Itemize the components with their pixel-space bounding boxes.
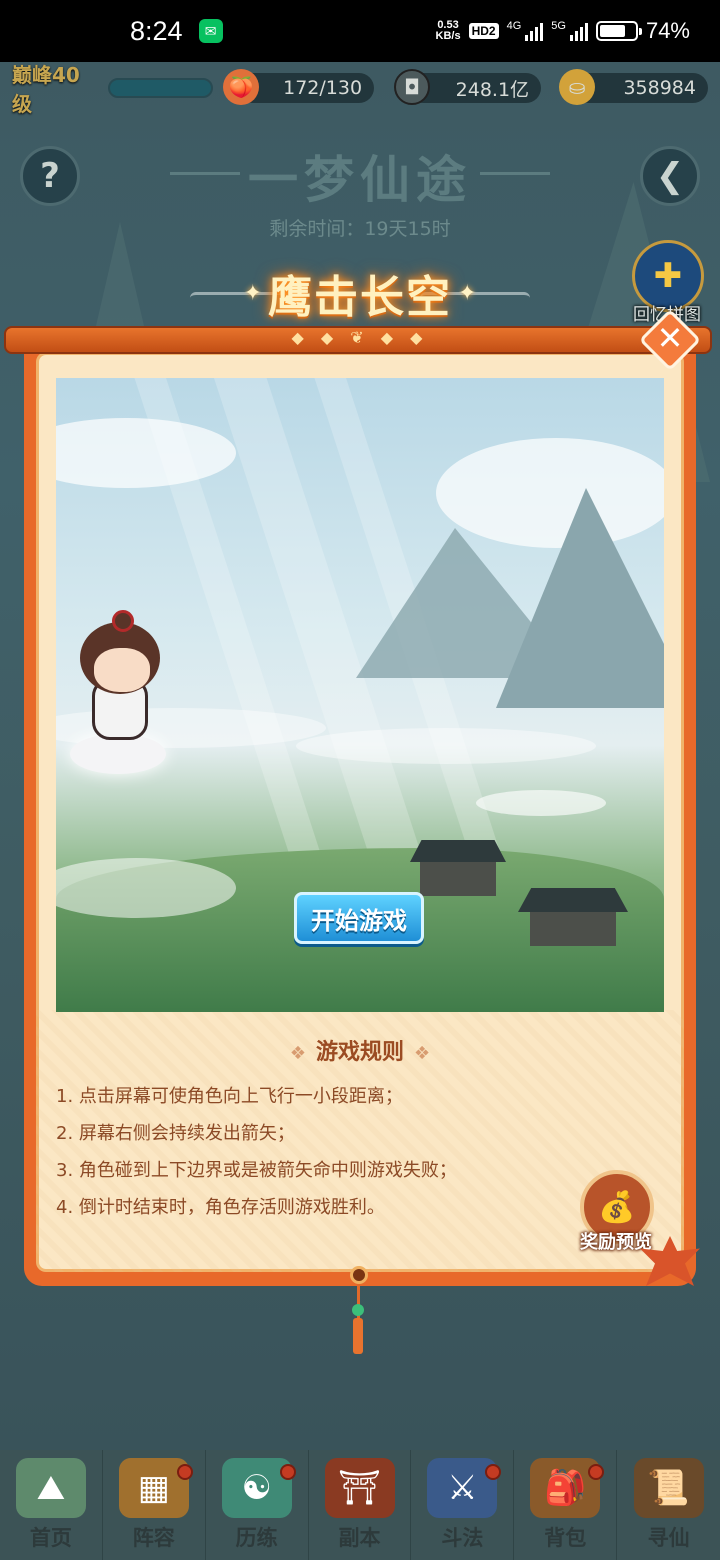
status-bar: 8:24 ✉ 0.53 KB/s HD2 4G 5G 74% <box>0 0 720 62</box>
rules-title: ❖ 游戏规则 ❖ <box>289 1040 431 1065</box>
cloud <box>476 790 606 816</box>
resource-bar: 巅峰40级 🍑 172/130 ◘ 248.1亿 ⛀ 358984 <box>0 62 720 116</box>
notification-dot <box>588 1464 605 1480</box>
signal-icon <box>525 21 544 41</box>
player-level: 巅峰40级 <box>12 63 80 116</box>
reward-bag-icon: 💰 <box>598 1189 636 1225</box>
wechat-icon: ✉ <box>198 19 223 43</box>
cloud <box>56 418 236 488</box>
peach-icon: 🍑 <box>223 69 260 105</box>
rule-item: 1. 点击屏幕可使角色向上飞行一小段距离； <box>56 1086 403 1107</box>
sparkle-icon: ✦ <box>243 280 262 306</box>
cloud <box>436 438 664 548</box>
exp-bar <box>107 78 214 98</box>
puzzle-piece-icon: ✚ <box>653 256 683 296</box>
stamina-counter[interactable]: 🍑 172/130 <box>223 69 375 105</box>
nav-bag[interactable]: 🎒 背包 <box>514 1450 618 1560</box>
notification-dot <box>176 1464 193 1480</box>
coin-icon: ◘ <box>394 69 431 105</box>
remaining-time: 剩余时间：19天15时 <box>269 218 451 240</box>
start-game-button[interactable]: 开始游戏 <box>294 892 424 944</box>
cloud <box>296 728 596 764</box>
diamond-icon: ❖ <box>414 1043 431 1064</box>
status-time: 8:24 <box>130 15 183 46</box>
status-right: 0.53 KB/s HD2 4G 5G 74% <box>436 18 691 44</box>
rule-item: 4. 倒计时结束时，角色存活则游戏胜利。 <box>56 1197 385 1218</box>
nav-training[interactable]: ☯ 历练 <box>206 1450 309 1560</box>
network-type-5g: 5G <box>551 20 566 32</box>
nav-battle[interactable]: ⚔ 斗法 <box>411 1450 515 1560</box>
home-icon: ⛰ <box>15 1458 86 1518</box>
page-title: 一梦仙途 <box>248 150 472 209</box>
pavilion-roof <box>410 840 506 862</box>
nav-home[interactable]: ⛰ 首页 <box>0 1450 103 1560</box>
minigame-title: ✦ 鹰击长空 ✦ <box>180 262 540 324</box>
dungeon-icon: ⛩ <box>324 1458 395 1518</box>
battery-percent: 74% <box>645 18 690 43</box>
hd-icon: HD2 <box>468 23 499 39</box>
tassel-bead <box>352 1304 364 1316</box>
pavilion <box>530 912 616 946</box>
minigame-title-text: 鹰击长空 <box>268 272 452 323</box>
network-type-4g: 4G <box>506 20 522 32</box>
character-face <box>94 648 150 692</box>
gold-ingot-icon: ⛀ <box>559 69 596 105</box>
nav-dungeon[interactable]: ⛩ 副本 <box>309 1450 412 1560</box>
pavilion <box>420 862 496 896</box>
seek-icon: 📜 <box>633 1458 704 1518</box>
battery-icon <box>595 21 642 41</box>
rule-item: 3. 角色碰到上下边界或是被箭矢命中则游戏失败； <box>56 1160 457 1181</box>
nav-seek[interactable]: 📜 寻仙 <box>617 1450 720 1560</box>
rod-ornament: ◆ ◆ ❦ ◆ ◆ <box>291 328 429 347</box>
notification-dot <box>279 1464 296 1480</box>
sparkle-icon: ✦ <box>458 280 477 306</box>
signal-icon <box>569 21 588 41</box>
notification-dot <box>485 1464 502 1480</box>
tassel-knob <box>350 1266 368 1284</box>
rule-item: 2. 屏幕右侧会持续发出箭矢； <box>56 1123 295 1144</box>
silver-counter[interactable]: ◘ 248.1亿 <box>394 69 542 105</box>
tassel-end <box>353 1318 363 1354</box>
diamond-icon: ❖ <box>289 1043 306 1064</box>
network-speed: 0.53 KB/s <box>435 19 461 42</box>
battery-level <box>599 25 626 37</box>
pavilion-roof <box>518 888 628 912</box>
gold-counter[interactable]: ⛀ 358984 <box>559 69 708 105</box>
character-hair-knot <box>112 610 134 632</box>
bottom-nav: ⛰ 首页 ▦ 阵容 ☯ 历练 ⛩ 副本 ⚔ 斗法 🎒 背包 📜 寻仙 <box>0 1450 720 1560</box>
nav-lineup[interactable]: ▦ 阵容 <box>103 1450 206 1560</box>
close-icon[interactable]: ✕ <box>648 316 692 360</box>
rules-list: 1. 点击屏幕可使角色向上飞行一小段距离； 2. 屏幕右侧会持续发出箭矢； 3.… <box>56 1078 616 1226</box>
character-cloud <box>70 734 166 774</box>
